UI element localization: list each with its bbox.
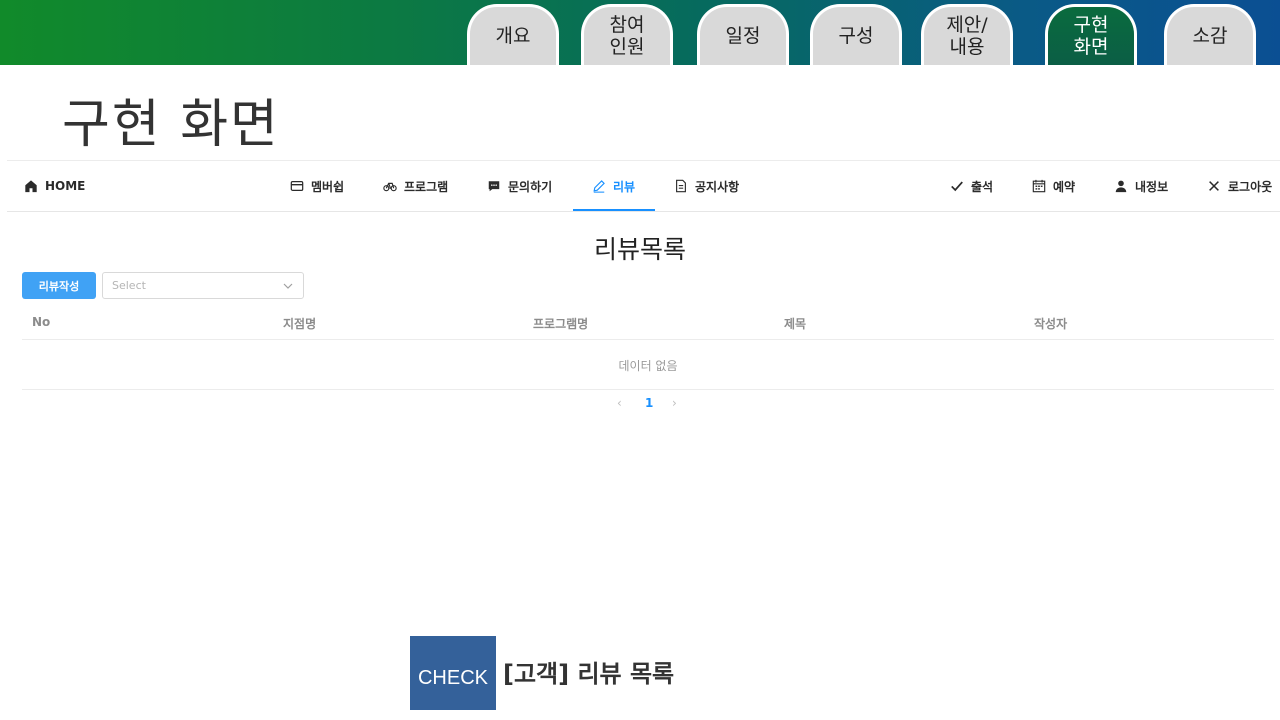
document-icon bbox=[676, 179, 686, 193]
bicycle-icon bbox=[383, 182, 397, 192]
nav-reservation[interactable]: 예약 bbox=[1032, 161, 1075, 211]
nav-attendance[interactable]: 출석 bbox=[950, 161, 993, 211]
nav-home[interactable]: HOME bbox=[24, 161, 85, 211]
slide-tab-overview[interactable]: 개요 bbox=[467, 4, 559, 65]
calendar-icon bbox=[1032, 179, 1046, 193]
column-header-branch[interactable]: 지점명 bbox=[283, 315, 316, 332]
review-list-title: 리뷰목록 bbox=[593, 235, 686, 264]
active-tab-underline bbox=[573, 209, 655, 211]
nav-my-info[interactable]: 내정보 bbox=[1114, 161, 1168, 211]
branch-select[interactable]: Select bbox=[102, 272, 304, 299]
nav-logout[interactable]: 로그아웃 bbox=[1207, 161, 1272, 211]
table-header: No 지점명 프로그램명 제목 작성자 bbox=[22, 305, 1274, 340]
slide-tab-implementation[interactable]: 구현 화면 bbox=[1045, 4, 1137, 65]
column-header-no[interactable]: No bbox=[32, 315, 50, 329]
nav-notice[interactable]: 공지사항 bbox=[674, 161, 739, 211]
check-badge-label: CHECK bbox=[417, 667, 488, 689]
slide-tab-proposal[interactable]: 제안/ 내용 bbox=[921, 4, 1013, 65]
nav-inquiry[interactable]: 문의하기 bbox=[487, 161, 552, 211]
nav-logout-label: 로그아웃 bbox=[1228, 179, 1273, 194]
nav-inquiry-label: 문의하기 bbox=[508, 179, 553, 194]
check-badge: CHECK bbox=[410, 636, 496, 710]
slide-tab-structure[interactable]: 구성 bbox=[810, 4, 902, 65]
nav-review-label: 리뷰 bbox=[613, 179, 636, 194]
slide-title: 구현 화면 bbox=[62, 95, 280, 155]
check-caption: [고객] 리뷰 목록 bbox=[503, 660, 675, 688]
column-header-author[interactable]: 작성자 bbox=[1034, 315, 1067, 332]
check-icon bbox=[951, 181, 963, 192]
nav-membership[interactable]: 멤버쉽 bbox=[290, 161, 344, 211]
empty-data-text: 데이터 없음 bbox=[618, 359, 678, 373]
slide-tab-reflection[interactable]: 소감 bbox=[1164, 4, 1256, 65]
app-navbar: HOME 멤버쉽 프로그램 문의하기 리뷰 공지사항 출석 예약 내정보 로그아… bbox=[7, 160, 1280, 212]
user-icon bbox=[1115, 180, 1127, 193]
nav-program-label: 프로그램 bbox=[404, 179, 449, 194]
nav-home-label: HOME bbox=[45, 179, 86, 193]
select-placeholder: Select bbox=[112, 279, 146, 292]
nav-attendance-label: 출석 bbox=[971, 179, 994, 194]
slide-tab-members[interactable]: 참여 인원 bbox=[581, 4, 673, 65]
nav-notice-label: 공지사항 bbox=[695, 179, 740, 194]
nav-my-info-label: 내정보 bbox=[1135, 179, 1169, 194]
slide-banner: 개요 참여 인원 일정 구성 제안/ 내용 구현 화면 소감 bbox=[0, 0, 1280, 65]
page-1-button[interactable]: 1 bbox=[645, 396, 653, 410]
credit-card-icon bbox=[290, 181, 304, 191]
empty-table-row: 데이터 없음 bbox=[22, 340, 1274, 390]
next-page-button[interactable]: › bbox=[672, 396, 677, 410]
pencil-icon bbox=[593, 180, 605, 193]
chat-bubble-icon bbox=[488, 181, 500, 192]
column-header-title[interactable]: 제목 bbox=[784, 315, 806, 332]
write-review-button[interactable]: 리뷰작성 bbox=[22, 272, 96, 299]
column-header-program[interactable]: 프로그램명 bbox=[533, 315, 588, 332]
slide-tab-schedule[interactable]: 일정 bbox=[697, 4, 789, 65]
nav-reservation-label: 예약 bbox=[1053, 179, 1076, 194]
nav-membership-label: 멤버쉽 bbox=[311, 179, 345, 194]
home-icon bbox=[25, 180, 37, 193]
close-icon bbox=[1209, 181, 1219, 191]
prev-page-button[interactable]: ‹ bbox=[617, 396, 622, 410]
nav-review[interactable]: 리뷰 bbox=[592, 161, 635, 211]
chevron-down-icon bbox=[283, 283, 293, 289]
nav-program[interactable]: 프로그램 bbox=[383, 161, 448, 211]
